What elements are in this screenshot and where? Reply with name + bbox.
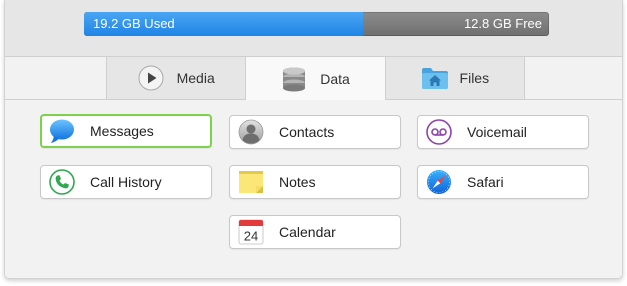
calendar-button[interactable]: 24 Calendar [229, 215, 401, 249]
calendar-label: Calendar [279, 224, 336, 240]
tab-files-label: Files [459, 70, 490, 86]
messages-label: Messages [90, 123, 154, 139]
notes-label: Notes [279, 174, 316, 190]
call-history-label: Call History [90, 174, 162, 190]
voicemail-button[interactable]: Voicemail [417, 115, 589, 149]
safari-button[interactable]: Safari [417, 165, 589, 199]
calendar-day-number: 24 [244, 229, 258, 244]
play-icon [138, 65, 164, 91]
voicemail-label: Voicemail [467, 124, 527, 140]
phone-icon [49, 169, 75, 195]
contacts-icon [238, 119, 264, 145]
storage-used-label: 19.2 GB Used [93, 16, 175, 31]
notes-button[interactable]: Notes [229, 165, 401, 199]
safari-label: Safari [467, 174, 504, 190]
notes-icon [238, 169, 264, 195]
contacts-button[interactable]: Contacts [229, 115, 401, 149]
calendar-icon: 24 [238, 219, 264, 245]
tab-data-label: Data [320, 70, 350, 87]
contacts-label: Contacts [279, 124, 335, 140]
call-history-button[interactable]: Call History [40, 165, 212, 199]
app-frame: 19.2 GB Used 12.8 GB Free Media Data Fil… [4, 0, 623, 279]
folder-home-icon [421, 65, 448, 91]
messages-icon [49, 118, 75, 144]
storage-free-label: 12.8 GB Free [463, 16, 542, 31]
tab-files[interactable]: Files [385, 57, 524, 99]
messages-button[interactable]: Messages [40, 114, 212, 148]
tab-data[interactable]: Data [246, 57, 386, 100]
tab-media-label: Media [176, 70, 215, 86]
category-tabs: Media Data Files [106, 57, 525, 100]
safari-compass-icon [426, 169, 452, 195]
storage-header: 19.2 GB Used 12.8 GB Free [5, 0, 622, 57]
voicemail-icon [426, 119, 452, 145]
tab-media[interactable]: Media [107, 57, 247, 99]
storage-bar: 19.2 GB Used 12.8 GB Free [84, 12, 549, 36]
database-icon [281, 66, 307, 92]
